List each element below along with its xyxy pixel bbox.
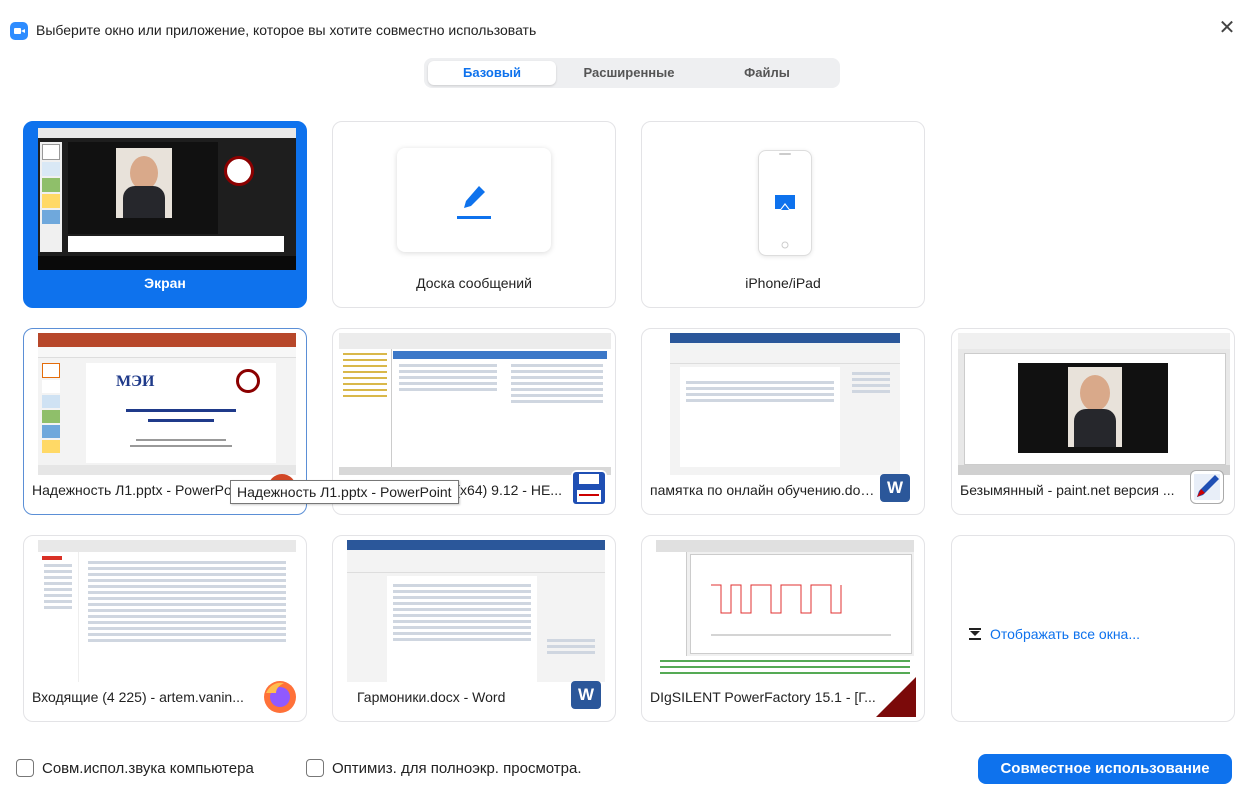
window-thumbnail <box>339 333 611 475</box>
expand-icon <box>969 628 981 640</box>
tab-bar: Базовый Расширенные Файлы <box>424 58 840 88</box>
optimize-fullscreen-checkbox[interactable] <box>306 759 324 777</box>
firefox-icon <box>262 679 298 715</box>
iphone-ipad-tile[interactable]: iPhone/iPad <box>641 121 925 308</box>
total-commander-icon <box>571 470 607 506</box>
tile-label: Доска сообщений <box>416 275 532 291</box>
show-all-tile[interactable]: Отображать все окна... <box>951 535 1235 722</box>
tab-basic[interactable]: Базовый <box>428 61 556 85</box>
share-button[interactable]: Совместное использование <box>978 754 1232 784</box>
whiteboard-card <box>397 148 551 252</box>
window-thumbnail <box>38 540 296 682</box>
optimize-fullscreen-label: Оптимиз. для полноэкр. просмотра. <box>332 759 582 777</box>
pen-icon <box>457 186 491 219</box>
window-tile[interactable]: памятка по онлайн обучению.docx - Word W <box>641 328 925 515</box>
window-thumbnail <box>656 540 914 682</box>
powerfactory-icon <box>876 677 916 717</box>
tab-advanced[interactable]: Расширенные <box>564 61 694 85</box>
tile-label: Экран <box>144 275 186 291</box>
whiteboard-tile[interactable]: Доска сообщений <box>332 121 616 308</box>
window-thumbnail <box>958 333 1230 475</box>
tile-label: iPhone/iPad <box>745 275 821 291</box>
share-sound-label: Совм.испол.звука компьютера <box>42 759 254 777</box>
screen-tile[interactable]: Экран <box>23 121 307 308</box>
close-button[interactable]: ✕ <box>1217 18 1237 38</box>
paint-net-icon <box>1190 470 1224 504</box>
show-all-label: Отображать все окна... <box>990 626 1141 642</box>
window-tile[interactable]: Безымянный - paint.net версия ... <box>951 328 1235 515</box>
window-tile[interactable]: Гармоники.docx - Word W <box>332 535 616 722</box>
window-thumbnail <box>670 333 900 475</box>
window-tile[interactable]: Входящие (4 225) - artem.vanin... <box>23 535 307 722</box>
share-sound-option[interactable]: Совм.испол.звука компьютера <box>16 759 254 777</box>
title-bar: Выберите окно или приложение, которое вы… <box>0 0 1245 42</box>
screen-thumbnail <box>38 128 296 270</box>
window-thumbnail <box>347 540 605 682</box>
show-all-link[interactable]: Отображать все окна... <box>968 626 1140 642</box>
word-icon: W <box>880 474 910 502</box>
window-title: Выберите окно или приложение, которое вы… <box>36 22 537 38</box>
word-icon: W <box>571 681 601 709</box>
window-tooltip: Надежность Л1.pptx - PowerPoint <box>230 480 459 504</box>
tab-files[interactable]: Файлы <box>702 61 832 85</box>
airplay-icon <box>775 195 795 249</box>
optimize-fullscreen-option[interactable]: Оптимиз. для полноэкр. просмотра. <box>306 759 582 777</box>
window-thumbnail: МЭИ <box>38 333 296 475</box>
phone-icon <box>758 150 812 256</box>
zoom-app-icon <box>10 22 28 40</box>
window-tile[interactable]: DIgSILENT PowerFactory 15.1 - [Г... <box>641 535 925 722</box>
share-sound-checkbox[interactable] <box>16 759 34 777</box>
